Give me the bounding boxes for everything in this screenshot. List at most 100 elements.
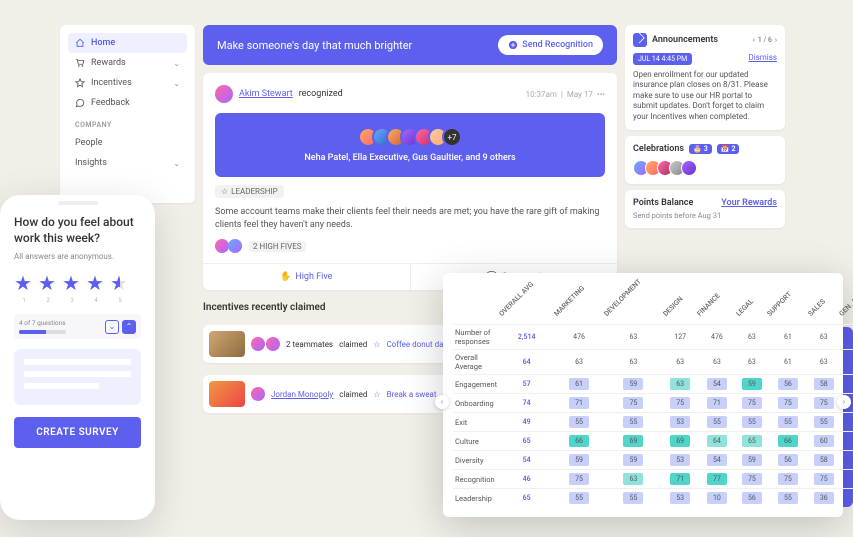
feed-body: Some account teams make their clients fe… xyxy=(215,206,605,231)
action-label: High Five xyxy=(295,272,332,282)
placeholder-line xyxy=(24,359,131,365)
nav-label: Feedback xyxy=(91,98,130,108)
incentive-who[interactable]: Jordan Monopoly xyxy=(271,390,333,399)
heatmap-cell: 54 xyxy=(697,375,736,394)
table-row: Diversity545959535459565853 xyxy=(453,451,853,470)
star-icon[interactable]: ★ xyxy=(86,273,106,293)
nav-incentives[interactable]: Incentives ⌄ xyxy=(68,73,187,93)
heatmap-cell: 57 xyxy=(499,375,554,394)
heatmap-cell: 55 xyxy=(767,413,808,432)
incentive-what[interactable]: Coffee donut date xyxy=(386,340,450,349)
heatmap-cell: 75 xyxy=(808,394,839,413)
row-label: Diversity xyxy=(453,451,499,470)
nav-feedback[interactable]: Feedback xyxy=(68,93,187,113)
banner-text: Make someone's day that much brighter xyxy=(217,39,412,52)
heatmap-cell: 63 xyxy=(604,325,663,350)
chat-icon xyxy=(75,98,85,108)
panel-title: Points Balance xyxy=(633,198,693,208)
heatmap-cell: 75 xyxy=(808,470,839,489)
star-icon: ☆ xyxy=(373,390,380,399)
heatmap-cell: 476 xyxy=(697,325,736,350)
panel-header: Announcements ‹ 1 / 6 › xyxy=(633,33,777,47)
row-label: Number of responses xyxy=(453,325,499,350)
star-rating[interactable]: ★ ★ ★ ★ ★ xyxy=(14,273,141,293)
heatmap-cell: 58 xyxy=(808,451,839,470)
star-icon[interactable]: ★ xyxy=(14,273,34,293)
heatmap-cell: 71 xyxy=(663,470,697,489)
next-button[interactable]: ⌃ xyxy=(122,320,136,334)
more-icon[interactable]: ••• xyxy=(597,90,605,99)
phone-notch xyxy=(58,201,98,205)
chevron-left-icon[interactable]: ‹ xyxy=(435,395,449,409)
star-icon[interactable]: ★ xyxy=(110,273,130,293)
avatar xyxy=(681,160,697,176)
heatmap-cell: 63 xyxy=(736,325,767,350)
heatmap-cell: 63 xyxy=(808,325,839,350)
survey-progress: 4 of 7 questions ⌄ ⌃ xyxy=(14,314,141,339)
heatmap-cell: 61 xyxy=(767,325,808,350)
feed-author[interactable]: Akim Stewart xyxy=(239,89,293,99)
heatmap-cell: 64 xyxy=(499,350,554,375)
table-row: Overall Average646363636363616363 xyxy=(453,350,853,375)
cake-badge: 🎂 3 xyxy=(689,144,712,154)
nav-home[interactable]: Home xyxy=(68,33,187,53)
avatar-overflow[interactable]: +7 xyxy=(442,127,462,147)
nav-section-company: COMPANY xyxy=(75,121,180,129)
heatmap-cell: 63 xyxy=(808,350,839,375)
incentive-thumbnail xyxy=(209,381,245,407)
calendar-badge: 📅 2 xyxy=(717,144,740,154)
star-icon[interactable]: ★ xyxy=(38,273,58,293)
points-panel: Points Balance Your Rewards Send points … xyxy=(625,190,785,228)
nav-people[interactable]: People xyxy=(68,133,187,153)
heatmap-cell: 55 xyxy=(554,413,604,432)
recognition-recipients: +7 Neha Patel, Ella Executive, Gus Gault… xyxy=(215,113,605,177)
heatmap-cell: 63 xyxy=(736,350,767,375)
send-recognition-button[interactable]: Send Recognition xyxy=(498,35,603,55)
heatmap-cell: 49 xyxy=(499,413,554,432)
panel-header: Celebrations 🎂 3 📅 2 xyxy=(633,144,777,154)
badge-count: 2 xyxy=(731,145,735,153)
heatmap-cell: 63 xyxy=(604,470,663,489)
heatmap-cell: 55 xyxy=(767,489,808,508)
table-row: Exit495555535555555555 xyxy=(453,413,853,432)
heatmap-table: OVERALL AVGMARKETINGDEVELOPMENTDESIGNFIN… xyxy=(453,283,853,508)
panel-header: Points Balance Your Rewards xyxy=(633,198,777,208)
heatmap-cell: 69 xyxy=(839,432,853,451)
chevron-left-icon[interactable]: ‹ xyxy=(753,36,755,44)
incentive-who: 2 teammates xyxy=(286,340,333,349)
your-rewards-link[interactable]: Your Rewards xyxy=(721,198,777,208)
heatmap-cell: 63 xyxy=(839,350,853,375)
incentive-what[interactable]: Break a sweat xyxy=(387,390,437,399)
heatmap-cell: 75 xyxy=(767,470,808,489)
heatmap-card: ‹ › OVERALL AVGMARKETINGDEVELOPMENTDESIG… xyxy=(443,273,843,518)
dismiss-link[interactable]: Dismiss xyxy=(748,53,777,62)
row-label: Recognition xyxy=(453,470,499,489)
star-icon[interactable]: ★ xyxy=(62,273,82,293)
heatmap-cell: 58 xyxy=(808,375,839,394)
phone-mockup: How do you feel about work this week? Al… xyxy=(0,195,155,520)
page-count: 1 / 6 xyxy=(758,36,772,44)
feed-date: May 17 xyxy=(567,90,593,99)
nav-rewards[interactable]: Rewards ⌄ xyxy=(68,53,187,73)
nav-label: Incentives xyxy=(91,78,132,88)
row-label: Overall Average xyxy=(453,350,499,375)
prev-button[interactable]: ⌄ xyxy=(105,320,119,334)
announcement-body: Open enrollment for our updated insuranc… xyxy=(633,70,777,122)
heatmap-cell: 75 xyxy=(736,470,767,489)
heatmap-cell: 61 xyxy=(554,375,604,394)
heatmap-cell: 63 xyxy=(663,375,697,394)
date-badge: JUL 14 4:45 PM xyxy=(633,53,692,65)
table-row: Culture656669696465666069 xyxy=(453,432,853,451)
heatmap-cell: 73 xyxy=(839,470,853,489)
nav-insights[interactable]: Insights⌄ xyxy=(68,153,187,173)
create-survey-button[interactable]: CREATE SURVEY xyxy=(14,417,141,448)
heatmap-cell: 36 xyxy=(808,489,839,508)
heatmap-cell: 59 xyxy=(604,375,663,394)
table-row: Engagement576159635459565853 xyxy=(453,375,853,394)
avatar xyxy=(215,239,229,253)
avatar xyxy=(215,85,233,103)
chevron-right-icon[interactable]: › xyxy=(775,36,777,44)
badge-count: 3 xyxy=(704,145,708,153)
survey-preview xyxy=(14,349,141,405)
highfive-button[interactable]: ✋ High Five xyxy=(203,264,410,290)
